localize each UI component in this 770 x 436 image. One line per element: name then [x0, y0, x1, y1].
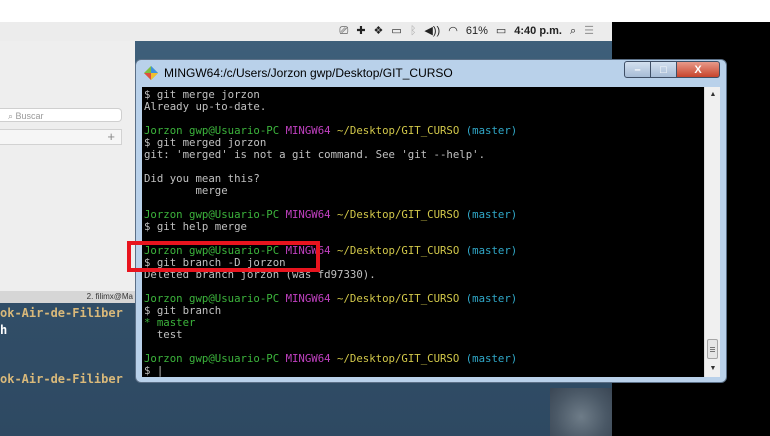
bluetooth-icon[interactable]: ᛒ — [410, 22, 417, 41]
finder-toolbar-row: + — [0, 129, 122, 145]
prompt-user: Jorzon gwp@Usuario-PC — [144, 352, 280, 365]
minimize-icon: – — [634, 63, 641, 76]
scrollbar-thumb[interactable] — [707, 339, 718, 359]
wallpaper-rock — [550, 388, 612, 436]
terminal-line: $ git help merge — [144, 220, 247, 233]
spotlight-search-icon[interactable]: ⌕ — [570, 22, 576, 41]
window-controls: – □ X — [624, 61, 720, 78]
prompt-branch: (master) — [465, 208, 518, 221]
prompt-path: ~/Desktop/GIT_CURSO — [337, 352, 460, 365]
plus-cross-icon[interactable]: ✚ — [356, 22, 365, 41]
screen-record-icon[interactable]: ⎚ — [340, 22, 349, 41]
close-button[interactable]: X — [676, 61, 720, 78]
terminal-input-line[interactable]: $ | — [144, 365, 702, 377]
prompt-branch: (master) — [465, 292, 518, 305]
prompt-path: ~/Desktop/GIT_CURSO — [337, 292, 460, 305]
title-bar[interactable]: MINGW64:/c/Users/Jorzon gwp/Desktop/GIT_… — [136, 60, 726, 86]
add-button[interactable]: + — [107, 130, 115, 144]
terminal-line: git: 'merged' is not a git command. See … — [144, 148, 486, 161]
prompt-env: MINGW64 — [285, 208, 331, 221]
maximize-button[interactable]: □ — [650, 61, 677, 78]
minimize-button[interactable]: – — [624, 61, 651, 78]
notification-list-icon[interactable]: ☰ — [584, 22, 594, 41]
prompt-env: MINGW64 — [285, 292, 331, 305]
wifi-icon[interactable]: ◠ — [448, 22, 458, 41]
airplay-icon[interactable]: ▭ — [391, 22, 401, 41]
prompt-env: MINGW64 — [285, 124, 331, 137]
terminal-prompt: Jorzon gwp@Usuario-PC MINGW64 ~/Desktop/… — [144, 293, 702, 305]
background-terminal-line: ok-Air-de-Filiber — [0, 372, 123, 386]
background-terminal-tab[interactable]: 2. filimx@Ma — [0, 291, 135, 303]
prompt-path: ~/Desktop/GIT_CURSO — [337, 208, 460, 221]
battery-icon[interactable]: ▭ — [496, 22, 506, 41]
grip-line — [710, 347, 715, 348]
prompt-env: MINGW64 — [285, 352, 331, 365]
terminal-line: Already up-to-date. — [144, 100, 267, 113]
background-terminal-line: ok-Air-de-Filiber — [0, 306, 123, 320]
grip-line — [710, 349, 715, 350]
volume-icon[interactable]: ◀)) — [424, 22, 440, 41]
close-icon: X — [694, 63, 702, 76]
top-margin — [0, 0, 770, 22]
finder-window — [0, 41, 135, 291]
terminal-line: Did you mean this? — [144, 172, 260, 185]
terminal-line: merge — [144, 184, 228, 197]
maximize-icon: □ — [660, 63, 667, 76]
search-icon: ⌕ — [8, 111, 16, 121]
scroll-down-icon[interactable]: ▼ — [705, 361, 720, 377]
mingw-terminal-window: MINGW64:/c/Users/Jorzon gwp/Desktop/GIT_… — [135, 59, 727, 383]
prompt-path: ~/Desktop/GIT_CURSO — [337, 124, 460, 137]
grip-line — [710, 351, 715, 352]
window-title: MINGW64:/c/Users/Jorzon gwp/Desktop/GIT_… — [164, 66, 453, 80]
terminal-prompt: Jorzon gwp@Usuario-PC MINGW64 ~/Desktop/… — [144, 353, 702, 365]
annotation-highlight-box — [127, 241, 320, 272]
clock[interactable]: 4:40 p.m. — [514, 22, 562, 41]
mingw-app-icon — [144, 66, 158, 80]
prompt-branch: (master) — [465, 244, 518, 257]
scroll-up-icon[interactable]: ▲ — [705, 87, 720, 103]
battery-percent[interactable]: 61% — [466, 22, 488, 41]
prompt-branch: (master) — [465, 124, 518, 137]
terminal-output[interactable]: $ git merge jorzon Already up-to-date. J… — [142, 87, 720, 377]
search-placeholder: Buscar — [15, 111, 44, 121]
terminal-line: $ git branch — [144, 304, 222, 317]
terminal-line: test — [144, 328, 183, 341]
vertical-scrollbar[interactable]: ▲ ▼ — [704, 87, 720, 377]
prompt-branch: (master) — [465, 352, 518, 365]
prompt-path: ~/Desktop/GIT_CURSO — [337, 244, 460, 257]
dropbox-icon[interactable]: ❖ — [374, 22, 384, 41]
search-input[interactable]: ⌕ Buscar — [0, 108, 122, 122]
menu-bar: ⎚ ✚ ❖ ▭ ᛒ ◀)) ◠ 61% ▭ 4:40 p.m. ⌕ ☰ — [0, 22, 612, 41]
current-branch-line: * master — [144, 316, 196, 329]
background-terminal-line: h — [0, 323, 8, 337]
